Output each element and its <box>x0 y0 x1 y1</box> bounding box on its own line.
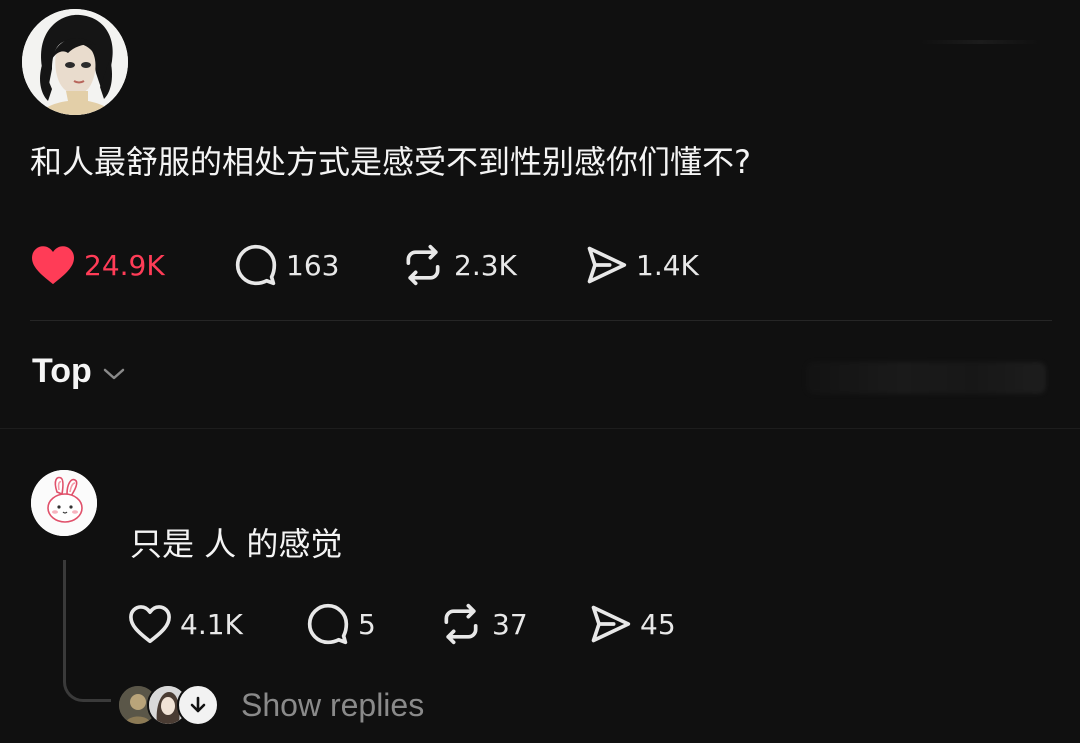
comment-like-button[interactable]: 4.1K <box>128 604 306 644</box>
divider <box>30 320 1052 321</box>
post-author-avatar[interactable] <box>22 9 128 115</box>
show-replies-button[interactable]: Show replies <box>117 684 424 726</box>
post-action-bar: 24.9K 163 2.3K 1.4K <box>30 242 699 288</box>
chevron-down-icon <box>103 368 125 379</box>
post-reply-count: 163 <box>286 248 340 282</box>
post-share-button[interactable]: 1.4K <box>584 243 699 287</box>
comment-like-count: 4.1K <box>180 607 243 641</box>
comment-author-avatar[interactable] <box>31 470 97 536</box>
blurred-header-decoration <box>920 40 1040 44</box>
show-replies-label: Show replies <box>241 686 425 723</box>
comment-repost-button[interactable]: 37 <box>438 602 588 646</box>
sort-label: Top <box>32 352 92 390</box>
post-text: 和人最舒服的相处方式是感受不到性别感你们懂不? <box>30 143 751 181</box>
comment-share-button[interactable]: 45 <box>588 602 676 646</box>
sort-dropdown[interactable]: Top <box>32 352 126 391</box>
comment-reply-button[interactable]: 5 <box>306 602 438 646</box>
post-reply-button[interactable]: 163 <box>234 243 400 287</box>
comment-reply-count: 5 <box>358 607 376 641</box>
divider <box>0 428 1080 429</box>
repost-arrows-icon <box>406 244 440 286</box>
post-like-count: 24.9K <box>84 248 165 282</box>
post-repost-count: 2.3K <box>454 248 517 282</box>
send-icon <box>587 246 627 284</box>
comment-repost-count: 37 <box>492 607 528 641</box>
send-icon <box>591 605 631 643</box>
post-repost-button[interactable]: 2.3K <box>400 243 584 287</box>
post-like-button[interactable]: 24.9K <box>30 244 234 286</box>
heart-icon <box>32 246 74 285</box>
comment-bubble-icon <box>307 603 349 645</box>
repost-arrows-icon <box>444 603 478 645</box>
thread-connector-line <box>63 560 111 702</box>
comment-bubble-icon <box>235 244 277 286</box>
post-share-count: 1.4K <box>636 248 699 282</box>
view-activity-link-blurred[interactable] <box>806 362 1046 394</box>
comment-text: 只是 人 的感觉 <box>130 525 343 563</box>
comment-action-bar: 4.1K 5 37 45 <box>128 601 676 647</box>
heart-icon <box>129 605 171 644</box>
comment-share-count: 45 <box>640 607 676 641</box>
thread-screen: 和人最舒服的相处方式是感受不到性别感你们懂不? 24.9K 163 2.3K 1… <box>0 0 1080 743</box>
arrow-down-icon <box>177 684 219 726</box>
